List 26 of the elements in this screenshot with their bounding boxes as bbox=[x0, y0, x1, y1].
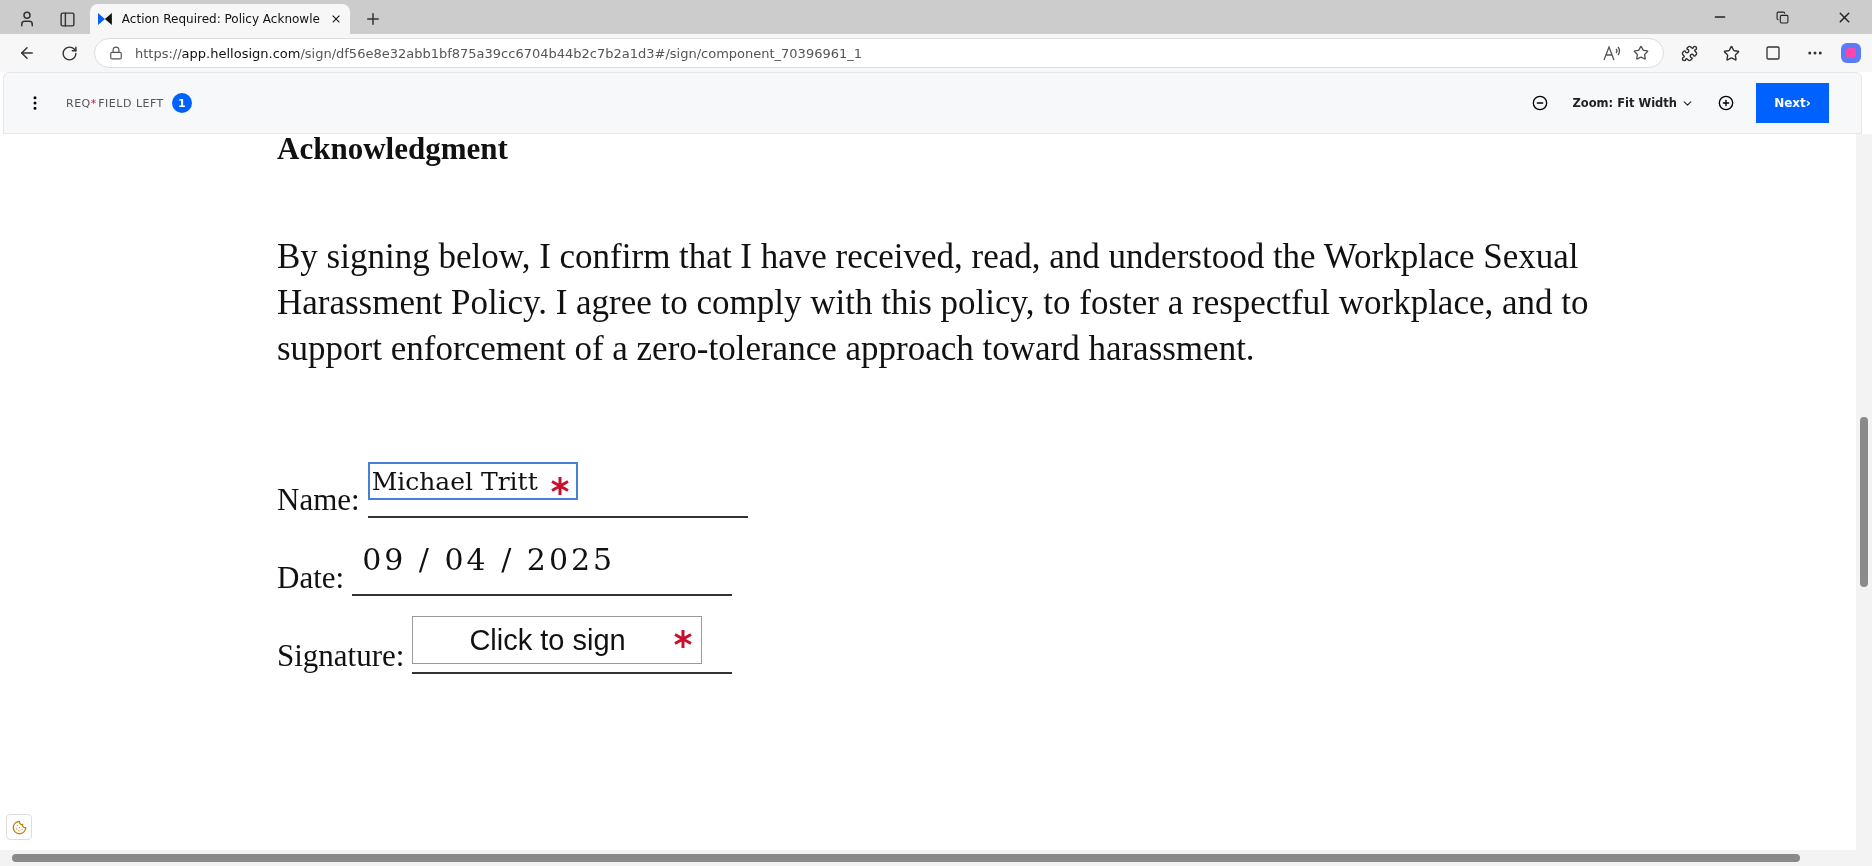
zoom-out-icon[interactable] bbox=[1532, 95, 1549, 111]
count-badge: 1 bbox=[171, 93, 192, 113]
name-field[interactable]: Michael Tritt bbox=[367, 462, 578, 500]
logo-icon bbox=[98, 12, 112, 26]
field-label: Date: bbox=[277, 560, 345, 596]
next-button[interactable]: Next› bbox=[1756, 83, 1829, 123]
tab-title: Action Required: Policy Acknowle bbox=[121, 12, 320, 26]
address-field[interactable]: https://app.hellosign.com/sign/df56e8e32abb1bf875a39cc6704b44b2c7b2a1d3#/sign/component_70396961_1 bbox=[94, 38, 1664, 68]
cookie-icon[interactable] bbox=[6, 814, 32, 840]
acknowledgment-paragraph: By signing below, I confirm that I have received, read, and understood the Workplace Sexual Harassment Policy. I agree to comply with this policy, to foster a respectful workplace, and to support enforcement of a zero-tolerance approach toward harassment. bbox=[277, 236, 1590, 370]
field-label: Signature: bbox=[277, 638, 405, 674]
scrollbar-thumb[interactable] bbox=[1860, 417, 1868, 587]
browser-tab[interactable]: Action Required: Policy Acknowle bbox=[90, 4, 350, 34]
field-label: Name: bbox=[277, 482, 360, 518]
document-heading: Acknowledgment bbox=[277, 134, 509, 168]
read-aloud-icon bbox=[1603, 45, 1621, 61]
required-label: REQ bbox=[66, 96, 91, 110]
lock-icon[interactable] bbox=[109, 46, 123, 60]
fields-left-label: FIELD LEFT bbox=[98, 96, 164, 110]
zoom-select[interactable]: Zoom: Fit Width bbox=[1572, 96, 1694, 110]
url-text: https://app.hellosign.com/sign/df56e8e32abb1bf875a39cc6704b44b2c7b2a1d3#/sign/component_70396961_1 bbox=[135, 45, 863, 61]
star-icon[interactable] bbox=[1633, 45, 1649, 61]
zoom-in-icon[interactable] bbox=[1718, 95, 1734, 111]
required-mark: * bbox=[90, 96, 97, 110]
scrollbar-thumb[interactable] bbox=[12, 854, 1800, 862]
signature-button[interactable]: Click to sign bbox=[412, 616, 703, 664]
